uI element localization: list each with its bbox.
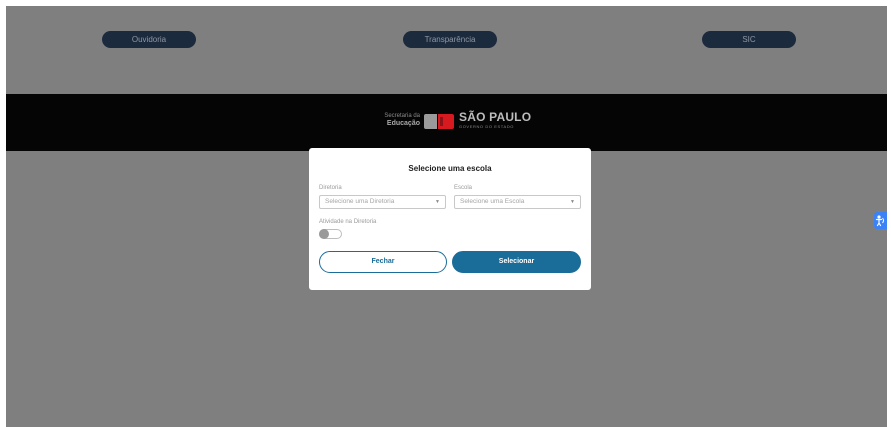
sao-paulo-wordmark: SÃO PAULO [459, 110, 532, 124]
diretoria-label: Diretoria [319, 185, 342, 191]
secretaria-line2: Educação [386, 120, 420, 127]
selecionar-button[interactable]: Selecionar [452, 251, 581, 273]
escola-label: Escola [454, 185, 473, 191]
top-links-bar: Ouvidoria Transparência SIC [6, 6, 887, 94]
caret-down-icon: ▼ [435, 199, 440, 205]
sao-paulo-logo: Secretaria da Educação SÃO PAULO GOVERNO… [372, 109, 532, 135]
page-overlay: Ouvidoria Transparência SIC Secretaria d… [6, 6, 887, 427]
toggle-knob [319, 229, 329, 239]
secretaria-text: Secretaria da Educação [372, 112, 420, 128]
school-select-modal: Selecione uma escola Diretoria Selecione… [309, 148, 591, 290]
diretoria-select-value: Selecione uma Diretoria [325, 198, 395, 205]
governo-subtitle: GOVERNO DO ESTADO [459, 124, 515, 129]
escola-select-value: Selecione uma Escola [460, 198, 525, 205]
sic-link[interactable]: SIC [702, 31, 796, 48]
toggle-label: Atividade na Diretoria [319, 219, 377, 225]
diretoria-select[interactable]: Selecione uma Diretoria ▼ [319, 195, 446, 209]
brand-header: Secretaria da Educação SÃO PAULO GOVERNO… [6, 94, 887, 151]
secretaria-line1: Secretaria da [384, 113, 420, 119]
accessibility-button[interactable] [874, 212, 887, 229]
modal-title: Selecione uma escola [408, 164, 492, 173]
sao-paulo-flag-icon [424, 114, 454, 129]
atividade-toggle[interactable] [319, 229, 342, 239]
fechar-button[interactable]: Fechar [319, 251, 447, 273]
accessibility-icon [875, 215, 884, 227]
transparencia-link[interactable]: Transparência [403, 31, 497, 48]
escola-select[interactable]: Selecione uma Escola ▼ [454, 195, 581, 209]
caret-down-icon: ▼ [570, 199, 575, 205]
ouvidoria-link[interactable]: Ouvidoria [102, 31, 196, 48]
